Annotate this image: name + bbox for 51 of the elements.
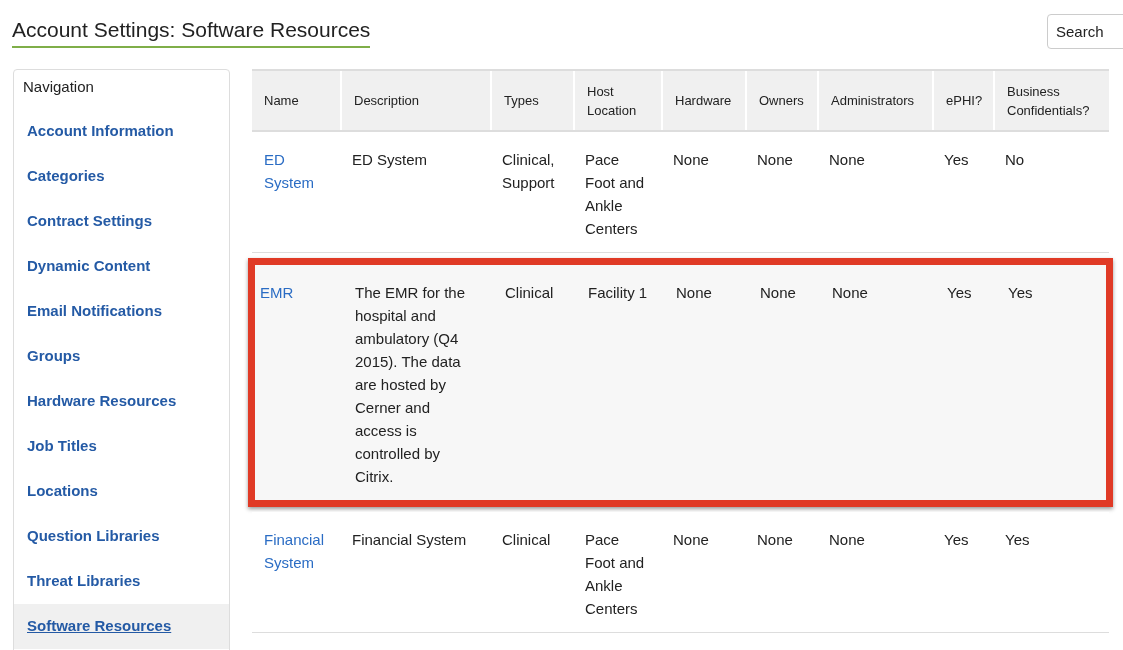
table-cell-text: ED System [352, 150, 427, 170]
table-cell: None [757, 531, 793, 548]
table-cell: None [757, 151, 793, 168]
table-cell: No [1005, 151, 1025, 168]
page-title: Account Settings: Software Resources [12, 14, 371, 48]
navigation-item[interactable]: Account Information [14, 108, 229, 154]
navigation-item[interactable]: Question Libraries [14, 513, 229, 559]
navigation-heading: Navigation [22, 77, 95, 97]
navigation-item[interactable]: Dynamic Content [14, 243, 229, 289]
navigation-item[interactable]: Software Resources [14, 603, 229, 649]
navigation-item[interactable]: Contract Settings [14, 198, 229, 244]
navigation-item[interactable]: Email Notifications [14, 288, 229, 334]
navigation-item[interactable]: Hardware Resources [14, 378, 229, 424]
column-header: Host Location [587, 82, 638, 120]
column-header: Administrators [831, 92, 915, 110]
table-cell: None [676, 284, 712, 301]
software-name-link[interactable]: ED System [264, 148, 328, 194]
table-cell: Clinical [505, 284, 554, 301]
table-cell: Pace Foot and Ankle Centers [585, 531, 645, 617]
table-cell: Clinical, Support [502, 151, 555, 191]
software-name-link[interactable]: Financial System [264, 528, 328, 574]
table-cell: Yes [1008, 284, 1033, 301]
navigation-item[interactable]: Categories [14, 153, 229, 199]
column-header: ePHI? [946, 92, 983, 110]
table-cell-text: Financial System [352, 530, 467, 550]
table-cell: None [829, 531, 865, 548]
search-field[interactable]: Search [1047, 14, 1123, 49]
navigation-item[interactable]: Threat Libraries [14, 558, 229, 604]
column-header: Owners [759, 92, 804, 110]
table-cell: Yes [944, 151, 969, 168]
table-cell: None [832, 284, 868, 301]
navigation-item[interactable]: Job Titles [14, 423, 229, 469]
table-cell: Pace Foot and Ankle Centers [585, 151, 645, 237]
table-cell: None [673, 151, 709, 168]
navigation-item[interactable]: Locations [14, 468, 229, 514]
navigation-item[interactable]: Groups [14, 333, 229, 379]
column-header: Types [504, 92, 539, 110]
column-header: Description [354, 92, 420, 110]
table-cell-text: The EMR for the hospital and ambulatory (Q4 2015). The data are hosted by Cerner and access is controlled by Citrix. [355, 283, 467, 487]
table-cell: Yes [1005, 531, 1030, 548]
column-header: Business Confidentials? [1007, 82, 1091, 120]
software-name-link[interactable]: EMR [260, 281, 331, 304]
column-header: Name [264, 92, 299, 110]
column-header: Hardware [675, 92, 732, 110]
table-cell: None [760, 284, 796, 301]
table-cell: Facility 1 [588, 284, 648, 301]
table-cell: None [829, 151, 865, 168]
table-cell: Yes [947, 284, 972, 301]
table-cell: Clinical [502, 531, 551, 548]
table-cell: None [673, 531, 709, 548]
table-cell: Yes [944, 531, 969, 548]
